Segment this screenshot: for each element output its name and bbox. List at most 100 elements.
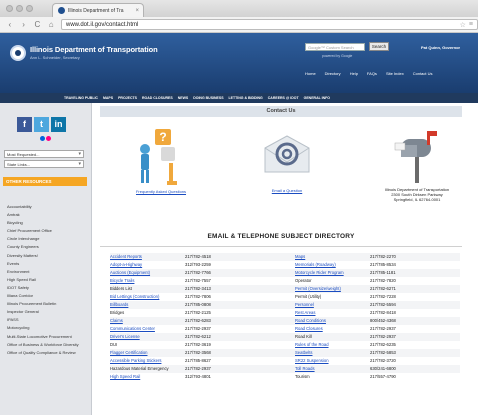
menu-maps[interactable]: MAPS [103, 96, 113, 100]
subject-link[interactable]: Road Conditions [295, 317, 370, 325]
subject-link[interactable]: Bicycle Trails [110, 277, 185, 285]
back-button[interactable]: ‹ [6, 20, 14, 29]
subject-link[interactable]: High Speed Rail [110, 373, 185, 381]
email-question-link[interactable]: Email a Question [252, 188, 322, 193]
site-search-button[interactable]: Search [369, 42, 389, 51]
menu-projects[interactable]: PROJECTS [118, 96, 137, 100]
idot-seal-icon[interactable] [10, 45, 26, 61]
subject-link[interactable]: Driver's License [110, 333, 185, 341]
menu-traveling-public[interactable]: TRAVELING PUBLIC [64, 96, 98, 100]
phone-number: 217/785-0808 [185, 301, 295, 309]
faq-link[interactable]: Frequently Asked Questions [126, 189, 196, 194]
reload-button[interactable]: C [34, 20, 42, 29]
menu-doing-business[interactable]: DOING BUSINESS [193, 96, 223, 100]
menu-road-closures[interactable]: ROAD CLOSURES [142, 96, 173, 100]
sidebar-resource-link[interactable]: High Speed Rail [7, 276, 79, 284]
sidebar-resource-link[interactable]: Inspector General [7, 308, 79, 316]
url-text[interactable]: www.dot.il.gov/contact.html [66, 22, 457, 28]
subject-link[interactable]: Motorcycle Rider Program [295, 269, 370, 277]
phone-number: 217/782-6235 [370, 342, 396, 347]
subject-link[interactable]: Maps [295, 253, 370, 261]
subject-link[interactable]: Adopt-a-Highway [110, 261, 185, 269]
subject-link[interactable]: Auctions (Equipment) [110, 269, 185, 277]
nav-help[interactable]: Help [350, 71, 358, 76]
phone-number: 217/782-6212 [185, 333, 295, 341]
menu-letting-bidding[interactable]: LETTING & BIDDING [229, 96, 263, 100]
sidebar-resource-link[interactable]: Motorcycling [7, 324, 79, 332]
nav-home[interactable]: Home [305, 71, 316, 76]
subject-link[interactable]: Toll Roads [295, 365, 370, 373]
subject-link[interactable]: Seatbelts [295, 349, 370, 357]
nav-contact-us[interactable]: Contact Us [413, 71, 433, 76]
subject-link[interactable]: Accessible Parking Stickers [110, 357, 185, 365]
subject-link[interactable]: Communications Center [110, 325, 185, 333]
phone-number: 217/785-8627 [185, 358, 211, 363]
table-row: Communications Center 217/782-2937 Road Cl… [110, 325, 460, 333]
email-at-icon[interactable] [257, 128, 317, 186]
phone-number: 630/241-6800 [370, 365, 460, 373]
sidebar-resource-link[interactable]: Illiana Corridor [7, 292, 79, 300]
subject-link[interactable]: Personnel [295, 301, 370, 309]
table-row: High Speed Rail 312/793-4801 Tourism 217/55… [110, 373, 460, 381]
site-brand[interactable]: Illinois Department of Transportation An… [30, 45, 158, 60]
state-links-select[interactable]: State Links... [4, 160, 84, 168]
home-button[interactable]: ⌂ [47, 20, 55, 29]
browser-menu-icon[interactable]: ≡ [469, 21, 473, 28]
sidebar-resource-link[interactable]: Illinois Procurement Bulletin [7, 300, 79, 308]
bookmark-star-icon[interactable]: ☆ [460, 21, 466, 29]
sidebar-resource-link[interactable]: IPASS [7, 316, 79, 324]
sidebar-resource-link[interactable]: Bicycling [7, 219, 79, 227]
nav-directory[interactable]: Directory [325, 71, 341, 76]
menu-general-info[interactable]: GENERAL INFO [304, 96, 330, 100]
flickr-icon[interactable] [40, 136, 51, 141]
social-links: f t in [17, 117, 66, 132]
nav-faqs[interactable]: FAQs [367, 71, 377, 76]
address-bar[interactable]: www.dot.il.gov/contact.html ☆ ≡ [61, 19, 478, 30]
subject-link[interactable]: Rules of the Road [295, 341, 370, 349]
minimize-window-button[interactable] [16, 5, 23, 12]
subject-link[interactable]: Accident Reports [110, 253, 185, 261]
zoom-window-button[interactable] [26, 5, 33, 12]
menu-news[interactable]: NEWS [178, 96, 189, 100]
tab-close-icon[interactable]: × [135, 8, 143, 14]
linkedin-icon[interactable]: in [51, 117, 66, 132]
most-requested-select[interactable]: Most Requested... [4, 150, 84, 158]
table-row: Billboards 217/785-0808 Personnel 217/782-5… [110, 301, 460, 309]
faq-figure-icon[interactable]: ? [131, 125, 191, 187]
subject-link[interactable]: Rest Areas [295, 309, 370, 317]
phone-number: 217/782-2937 [185, 326, 211, 331]
subject-link[interactable]: Claims [110, 317, 185, 325]
sidebar-resource-link[interactable]: Amtrak [7, 211, 79, 219]
contact-us-heading: Contact Us [100, 106, 462, 117]
sidebar-resource-link[interactable]: IDOT Safety [7, 284, 79, 292]
sidebar-resource-link[interactable]: Chief Procurement Office [7, 227, 79, 235]
menu-careers[interactable]: CAREERS @ IDOT [268, 96, 299, 100]
subject-link[interactable]: Flagger Certification [110, 349, 185, 357]
sidebar-resource-link[interactable]: County Engineers [7, 243, 79, 251]
sidebar-resource-link[interactable]: Environment [7, 268, 79, 276]
browser-tab[interactable]: Illinois Department of Tra × [52, 3, 144, 17]
subject-link[interactable]: SR22 Suspension [295, 357, 370, 365]
sidebar-resource-link[interactable]: Events [7, 260, 79, 268]
sidebar-resource-link[interactable]: Diversity Matters! [7, 252, 79, 260]
phone-number: 217/782-7228 [370, 294, 396, 299]
subject-link[interactable]: Bid Lettings (Construction) [110, 293, 185, 301]
close-window-button[interactable] [6, 5, 13, 12]
subject-link[interactable]: Permit (Oversize/weight) [295, 285, 370, 293]
table-row: Driver's License 217/782-6212 Road Kill 217… [110, 333, 460, 341]
subject-link[interactable]: Memorials (Roadway) [295, 261, 370, 269]
facebook-icon[interactable]: f [17, 117, 32, 132]
forward-button[interactable]: › [20, 20, 28, 29]
sidebar-resource-link[interactable]: Multi-State Locomotive Procurement [7, 333, 79, 341]
site-search-input[interactable]: Google™ Custom Search [305, 43, 365, 51]
sidebar-resource-link[interactable]: Office of Quality Compliance & Review [7, 349, 79, 357]
sidebar-resource-link[interactable]: Office of Business & Workforce Diversity [7, 341, 79, 349]
sidebar-resource-link[interactable]: Circle Interchange [7, 235, 79, 243]
twitter-icon[interactable]: t [34, 117, 49, 132]
nav-site-index[interactable]: Site Index [386, 71, 404, 76]
phone-number: 217/782-5594 [370, 301, 460, 309]
subject-link[interactable]: Road Closures [295, 325, 370, 333]
sidebar-resource-link[interactable]: Accountability [7, 203, 79, 211]
address-line-3: Springfield, IL 62764-0001 [393, 197, 441, 202]
subject-link[interactable]: Billboards [110, 301, 185, 309]
